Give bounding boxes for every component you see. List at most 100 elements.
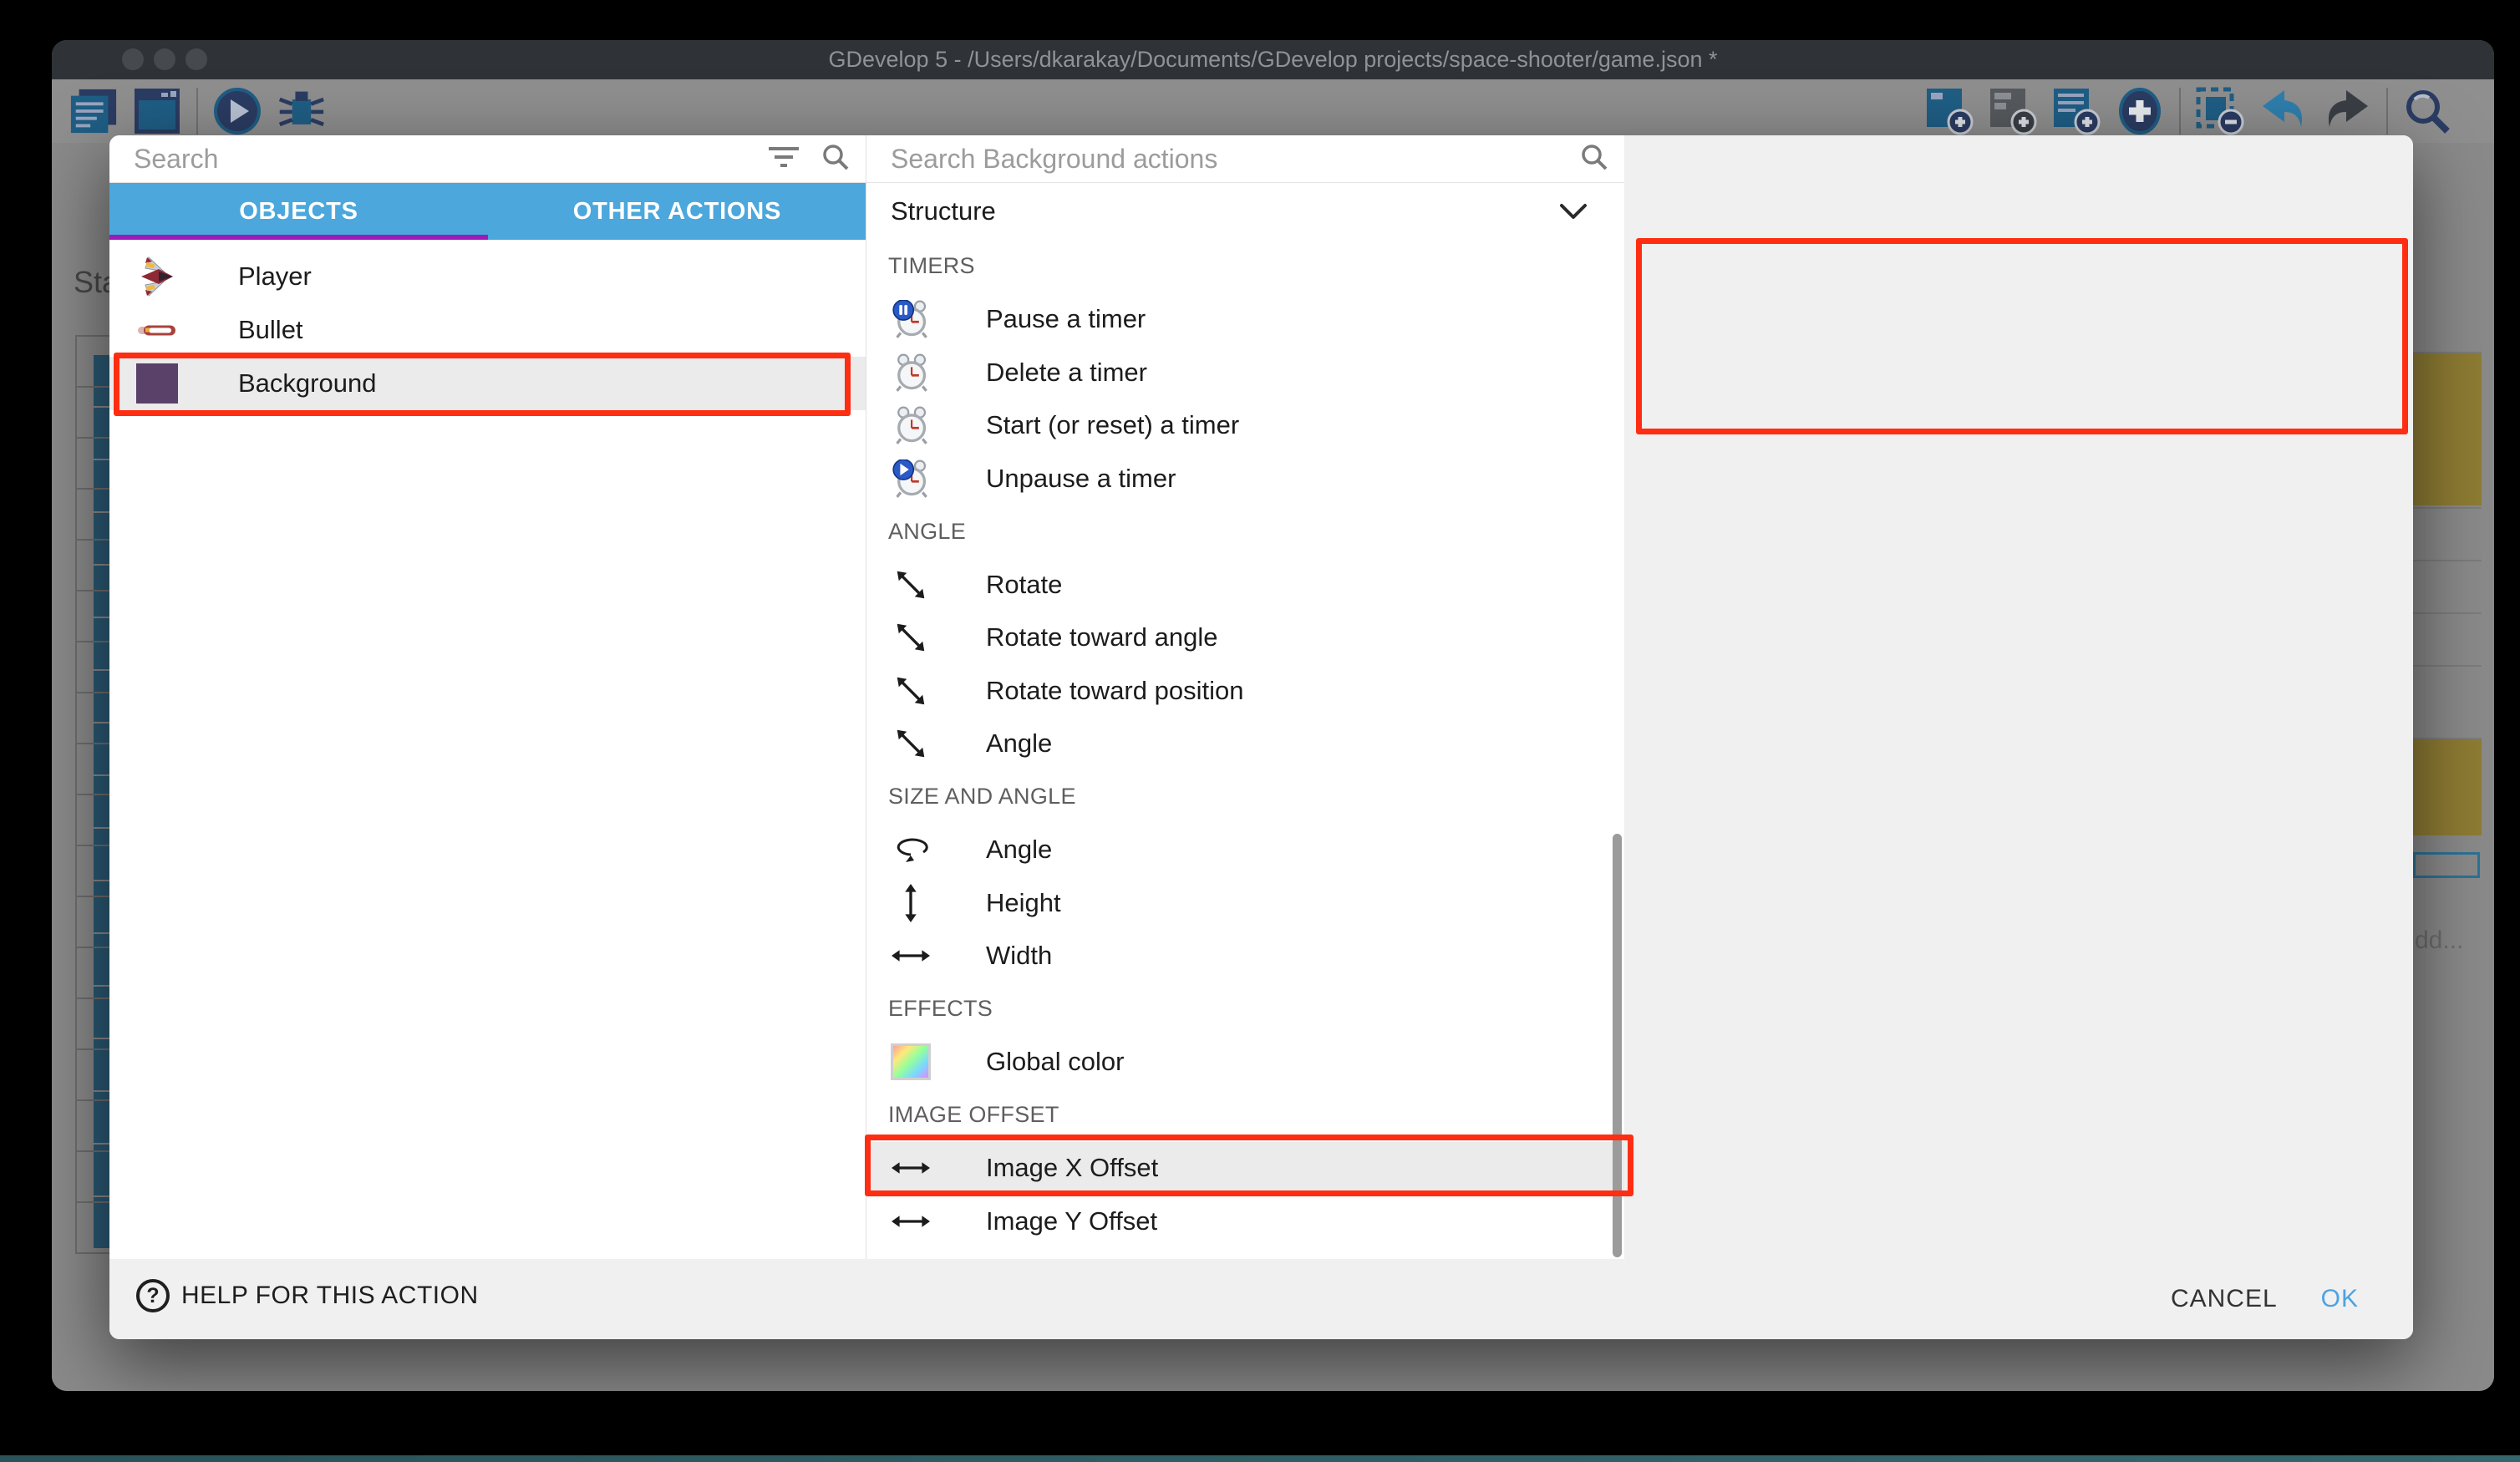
object-label: Background <box>238 368 376 398</box>
play-icon[interactable] <box>213 87 262 135</box>
actions-search-row[interactable]: Search Background actions <box>866 135 1624 183</box>
filter-icon[interactable] <box>765 145 802 174</box>
search-toolbar-icon[interactable] <box>2403 87 2451 135</box>
action-label: Image X Offset <box>986 1153 1158 1183</box>
timer-pause-icon <box>892 300 930 338</box>
h-arrow-icon <box>892 1160 930 1176</box>
rotate-icon <box>892 735 930 752</box>
action-row-start-or-reset-a-timer[interactable]: Start (or reset) a timer <box>866 399 1624 453</box>
player-ship-icon <box>138 256 176 297</box>
action-label: Delete a timer <box>986 358 1147 388</box>
add-comment-icon[interactable] <box>2052 87 2101 135</box>
objects-search-input[interactable]: Search <box>134 135 218 182</box>
toolbar-left-group <box>69 79 325 143</box>
parameters-panel: Modify the offset used on the X axis whe… <box>1624 135 2413 1259</box>
action-label: Global color <box>986 1047 1124 1077</box>
action-row-rotate-toward-position[interactable]: Rotate toward position <box>866 664 1624 718</box>
add-event-icon[interactable] <box>1925 87 1974 135</box>
undo-icon[interactable] <box>2259 87 2308 135</box>
timer-icon <box>892 406 930 444</box>
rotate-icon <box>892 576 930 593</box>
help-label: HELP FOR THIS ACTION <box>181 1282 479 1310</box>
remove-selection-icon[interactable] <box>2196 87 2244 135</box>
desktop-edge <box>0 1455 2520 1462</box>
add-action-label: dd... <box>2415 926 2463 955</box>
objects-search-row[interactable]: Search <box>109 135 866 183</box>
toolbar-separator <box>2179 88 2181 135</box>
actions-panel: Search Background actions Structure TIME… <box>866 135 1624 1259</box>
rotate-ellipse-icon <box>892 835 930 864</box>
chevron-down-icon <box>1559 203 1588 224</box>
objects-list: Player Bullet Background <box>109 240 866 410</box>
scene-editor-icon[interactable] <box>133 87 181 135</box>
action-section-header: EFFECTS <box>866 982 1624 1036</box>
timer-play-icon <box>892 459 930 498</box>
window-title: GDevelop 5 - /Users/dkarakay/Documents/G… <box>52 40 2494 79</box>
object-row-bullet[interactable]: Bullet <box>109 303 866 357</box>
cancel-button[interactable]: CANCEL <box>2171 1285 2278 1313</box>
objects-panel: Search OBJECTS OTHER ACTIONS Player <box>109 135 866 1259</box>
ok-button[interactable]: OK <box>2321 1285 2359 1313</box>
add-subevent-icon[interactable] <box>1989 87 2037 135</box>
action-row-height[interactable]: Height <box>866 876 1624 930</box>
action-group-value: Structure <box>891 183 996 240</box>
action-row-angle[interactable]: Angle <box>866 824 1624 877</box>
rainbow-icon <box>891 1043 931 1080</box>
bullet-icon <box>136 322 178 338</box>
action-row-angle[interactable]: Angle <box>866 718 1624 771</box>
action-section-header: IMAGE OFFSET <box>866 1089 1624 1142</box>
redo-icon[interactable] <box>2323 87 2371 135</box>
action-label: Image Y Offset <box>986 1206 1157 1236</box>
titlebar: GDevelop 5 - /Users/dkarakay/Documents/G… <box>52 40 2494 79</box>
debug-icon[interactable] <box>277 87 325 135</box>
actions-list: TIMERS Pause a timer Delete a timer Star… <box>866 240 1624 1248</box>
toolbar-separator <box>196 88 198 135</box>
dialog-footer: ? HELP FOR THIS ACTION CANCEL OK <box>109 1259 2413 1339</box>
action-group-select[interactable]: Structure <box>866 183 1624 240</box>
action-label: Width <box>986 941 1052 971</box>
help-button[interactable]: ? HELP FOR THIS ACTION <box>136 1279 479 1312</box>
action-row-delete-a-timer[interactable]: Delete a timer <box>866 346 1624 399</box>
action-label: Angle <box>986 728 1052 759</box>
tab-objects[interactable]: OBJECTS <box>109 183 488 240</box>
action-section-header: ANGLE <box>866 505 1624 559</box>
timer-icon <box>892 353 930 392</box>
action-row-image-y-offset[interactable]: Image Y Offset <box>866 1195 1624 1248</box>
action-row-global-color[interactable]: Global color <box>866 1036 1624 1089</box>
rotate-icon <box>892 683 930 699</box>
action-section-header: TIMERS <box>866 240 1624 293</box>
h-arrow-icon <box>892 947 930 964</box>
rotate-icon <box>892 629 930 646</box>
add-circle-icon[interactable] <box>2116 87 2164 135</box>
v-arrow-icon <box>902 884 919 922</box>
toolbar-separator <box>2386 88 2388 135</box>
object-label: Player <box>238 261 312 292</box>
action-label: Pause a timer <box>986 304 1146 334</box>
action-label: Angle <box>986 835 1052 865</box>
background-square-icon <box>135 363 179 404</box>
objects-tabbar: OBJECTS OTHER ACTIONS <box>109 183 866 240</box>
action-row-pause-a-timer[interactable]: Pause a timer <box>866 293 1624 347</box>
action-section-header: SIZE AND ANGLE <box>866 770 1624 824</box>
action-editor-dialog: Search OBJECTS OTHER ACTIONS Player <box>109 135 2413 1339</box>
action-row-rotate[interactable]: Rotate <box>866 558 1624 612</box>
help-icon: ? <box>136 1279 170 1312</box>
h-arrow-icon <box>892 1213 930 1230</box>
object-label: Bullet <box>238 315 303 345</box>
action-row-image-x-offset[interactable]: Image X Offset <box>866 1142 1624 1195</box>
action-label: Height <box>986 888 1061 918</box>
events-sheet-icon[interactable] <box>69 87 118 135</box>
action-label: Rotate <box>986 570 1062 600</box>
actions-scrollbar[interactable] <box>1613 834 1622 1257</box>
search-icon[interactable] <box>821 142 851 176</box>
search-icon[interactable] <box>1579 142 1609 176</box>
action-row-unpause-a-timer[interactable]: Unpause a timer <box>866 452 1624 505</box>
tab-other-actions[interactable]: OTHER ACTIONS <box>488 183 866 240</box>
action-row-width[interactable]: Width <box>866 930 1624 983</box>
action-label: Start (or reset) a timer <box>986 410 1239 440</box>
main-toolbar <box>52 79 2494 143</box>
object-row-background[interactable]: Background <box>109 357 866 410</box>
object-row-player[interactable]: Player <box>109 250 866 303</box>
action-row-rotate-toward-angle[interactable]: Rotate toward angle <box>866 612 1624 665</box>
actions-search-input[interactable]: Search Background actions <box>891 135 1217 182</box>
